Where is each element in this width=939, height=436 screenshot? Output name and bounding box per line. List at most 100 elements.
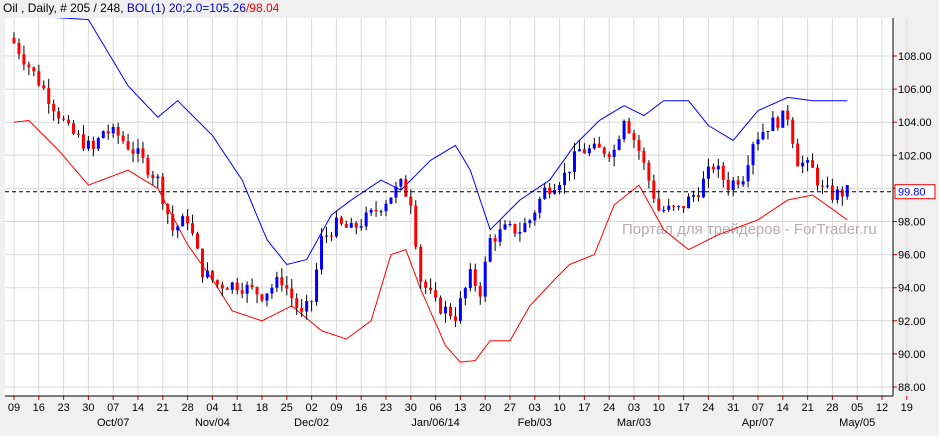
candle-down <box>116 127 120 136</box>
candle-down <box>81 134 85 149</box>
candle-down <box>141 148 145 158</box>
candle-up <box>592 143 596 149</box>
candle-down <box>429 287 433 291</box>
y-tick-label: 104.00 <box>898 117 932 129</box>
candle-down <box>191 223 195 234</box>
candle-down <box>473 269 477 287</box>
x-month-label: Feb/03 <box>518 417 552 429</box>
candle-up <box>324 235 328 237</box>
candle-up <box>458 298 462 321</box>
candle-up <box>612 149 616 157</box>
candle-down <box>91 140 95 149</box>
candle-up <box>508 223 512 225</box>
candle-down <box>816 167 820 186</box>
candle-down <box>657 198 661 211</box>
candle-up <box>662 209 666 211</box>
candle-down <box>200 248 204 278</box>
candle-up <box>444 306 448 314</box>
x-tick-label: 17 <box>677 402 689 414</box>
candle-up <box>528 220 532 224</box>
candle-down <box>339 217 343 224</box>
candle-up <box>315 269 319 302</box>
candle-up <box>701 178 705 198</box>
candle-down <box>126 141 130 150</box>
candle-down <box>235 282 239 291</box>
candle-up <box>394 186 398 198</box>
candle-up <box>845 185 849 197</box>
candle-down <box>419 246 423 282</box>
candle-up <box>781 110 785 128</box>
candle-up <box>558 185 562 190</box>
candle-down <box>791 119 795 144</box>
candle-down <box>513 223 517 234</box>
x-tick-label: 16 <box>33 402 45 414</box>
x-tick-label: 07 <box>107 402 119 414</box>
candle-down <box>210 270 214 281</box>
candle-up <box>205 270 209 278</box>
y-tick-label: 108.00 <box>898 51 932 63</box>
candle-down <box>295 298 299 308</box>
candle-down <box>37 71 41 86</box>
candle-up <box>96 138 100 149</box>
candle-down <box>240 290 244 294</box>
candle-up <box>677 206 681 208</box>
candle-down <box>285 285 289 289</box>
x-tick-label: 31 <box>727 402 739 414</box>
candle-down <box>47 88 51 105</box>
candle-down <box>354 222 358 228</box>
candle-up <box>706 166 710 179</box>
candle-down <box>607 154 611 157</box>
candle-up <box>761 132 765 140</box>
candle-down <box>280 277 284 286</box>
y-tick-label: 98.00 <box>898 217 926 229</box>
x-tick-label: 30 <box>82 402 94 414</box>
candle-up <box>563 172 567 186</box>
candle-up <box>389 197 393 204</box>
candle-up <box>617 139 621 150</box>
candle-down <box>439 297 443 314</box>
candle-down <box>67 119 71 124</box>
x-month-label: Nov/04 <box>195 417 230 429</box>
x-tick-label: 24 <box>702 402 714 414</box>
candle-down <box>255 287 259 295</box>
candle-up <box>334 217 338 237</box>
candle-down <box>672 205 676 207</box>
candle-down <box>726 179 730 191</box>
candle-up <box>463 288 467 299</box>
x-tick-label: 14 <box>777 402 789 414</box>
candle-up <box>136 148 140 154</box>
candle-up <box>572 151 576 172</box>
x-tick-label: 09 <box>8 402 20 414</box>
candle-down <box>453 316 457 321</box>
candle-down <box>736 180 740 185</box>
candle-down <box>27 64 31 68</box>
candle-down <box>146 157 150 175</box>
candle-up <box>577 149 581 152</box>
candle-up <box>741 181 745 185</box>
candle-down <box>106 131 110 134</box>
candle-up <box>806 160 810 163</box>
candle-up <box>488 238 492 262</box>
x-tick-label: 16 <box>355 402 367 414</box>
price-chart[interactable]: 09 16 23 30 07 14 21 28 04 11 18 25 02 09 16 23 30 06 13 20… <box>0 0 939 436</box>
x-month-label: Jan/06/14 <box>411 417 459 429</box>
candle-down <box>220 284 224 289</box>
candle-down <box>627 120 631 133</box>
candle-up <box>667 205 671 210</box>
candle-down <box>414 205 418 247</box>
candle-down <box>225 288 229 290</box>
candle-up <box>538 198 542 213</box>
candle-down <box>424 281 428 288</box>
candle-down <box>796 143 800 167</box>
candle-down <box>637 140 641 151</box>
candle-down <box>776 117 780 128</box>
candle-up <box>379 211 383 213</box>
candle-up <box>692 195 696 197</box>
candle-down <box>52 104 56 112</box>
candle-up <box>111 127 115 134</box>
candle-down <box>12 37 16 43</box>
candle-down <box>161 176 165 205</box>
candle-down <box>711 166 715 170</box>
candle-up <box>622 120 626 140</box>
candle-down <box>409 196 413 206</box>
